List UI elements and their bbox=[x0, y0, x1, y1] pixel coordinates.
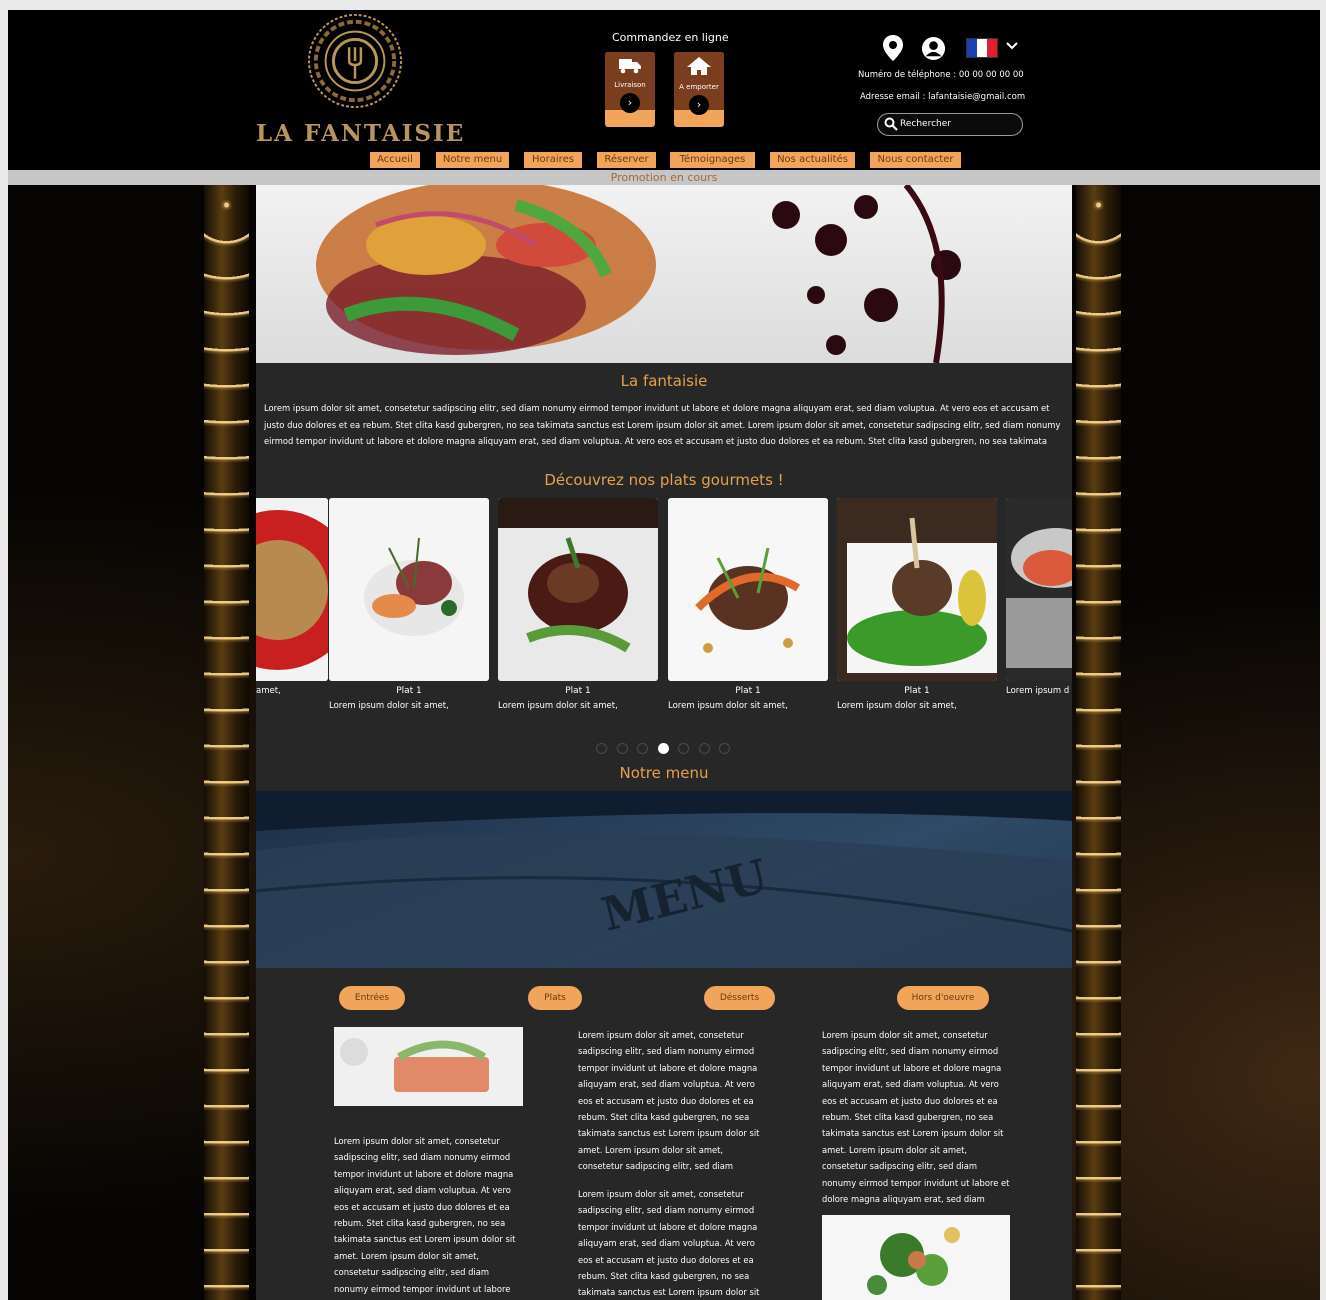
language-flag-icon[interactable] bbox=[966, 38, 998, 58]
dish-photo bbox=[329, 498, 489, 681]
entree-description: Lorem ipsum dolor sit amet, consetetur s… bbox=[334, 1136, 516, 1294]
order-online-title: Commandez en ligne bbox=[612, 31, 729, 44]
hero-image bbox=[256, 185, 1072, 363]
carousel-dot[interactable] bbox=[678, 743, 689, 754]
chevron-down-icon[interactable] bbox=[1005, 38, 1019, 54]
dish-card[interactable]: Lorem ipsum d bbox=[1006, 498, 1072, 696]
takeaway-label: A emporter bbox=[679, 83, 719, 91]
dish-photo bbox=[256, 498, 328, 681]
dish-card[interactable]: Plat 1 Lorem ipsum dolor sit amet, bbox=[329, 498, 489, 711]
location-pin-icon[interactable] bbox=[882, 34, 904, 62]
truck-icon bbox=[619, 59, 641, 74]
user-account-icon[interactable] bbox=[921, 36, 946, 61]
main-content: La fantaisie Lorem ipsum dolor sit amet,… bbox=[256, 185, 1072, 1300]
promo-text[interactable]: Promotion en cours bbox=[8, 170, 1320, 185]
dish-description: Lorem ipsum dolor sit amet, bbox=[668, 701, 788, 711]
main-nav: Accueil Notre menu Horaires Réserver Tém… bbox=[8, 152, 1320, 168]
intro-text: Lorem ipsum dolor sit amet, consetetur s… bbox=[264, 403, 1061, 446]
dish-description: Lorem ipsum dolor sit amet, bbox=[498, 701, 618, 711]
dish-photo bbox=[498, 498, 658, 681]
menu-cover-image: MENU bbox=[256, 791, 1072, 968]
dish-photo bbox=[668, 498, 828, 681]
promo-bar: Promotion en cours bbox=[8, 170, 1320, 185]
dish-description: Lorem ipsum dolor sit amet, bbox=[329, 701, 449, 711]
nav-reserver[interactable]: Réserver bbox=[597, 152, 656, 168]
dish-card[interactable]: Plat 1 Lorem ipsum dolor sit amet, bbox=[668, 498, 828, 711]
email-address: Adresse email : lafantaisie@gmail.com bbox=[860, 92, 1026, 102]
category-entrees-button[interactable]: Entrées bbox=[339, 986, 405, 1010]
dish-card[interactable]: Plat 1 Lorem ipsum dolor sit amet, bbox=[837, 498, 997, 711]
plats-description-1: Lorem ipsum dolor sit amet, consetetur s… bbox=[578, 1030, 760, 1172]
delivery-label: Livraison bbox=[614, 81, 646, 89]
carousel-dot[interactable] bbox=[617, 743, 628, 754]
dish-name: Plat 1 bbox=[735, 686, 761, 696]
nav-contact[interactable]: Nous contacter bbox=[870, 152, 961, 168]
nav-accueil[interactable]: Accueil bbox=[370, 152, 420, 168]
chevron-right-icon: › bbox=[620, 93, 640, 113]
search-input[interactable]: Rechercher bbox=[877, 113, 1023, 136]
carousel-dot[interactable] bbox=[596, 743, 607, 754]
glitter-border-right bbox=[1076, 185, 1121, 1300]
logo-emblem[interactable] bbox=[306, 12, 404, 110]
carousel-dot[interactable] bbox=[719, 743, 730, 754]
chevron-right-icon: › bbox=[689, 95, 709, 115]
dish-description: Lorem ipsum d bbox=[1006, 686, 1070, 696]
dish-name: Plat 1 bbox=[565, 686, 591, 696]
dessert-photo bbox=[822, 1215, 1010, 1300]
dish-name: Plat 1 bbox=[904, 686, 930, 696]
page-frame: LA FANTAISIE Commandez en ligne Livraiso… bbox=[8, 10, 1320, 1300]
nav-temoignages[interactable]: Témoignages bbox=[670, 152, 755, 168]
house-icon bbox=[687, 57, 711, 75]
nav-actualites[interactable]: Nos actualités bbox=[770, 152, 855, 168]
dish-carousel[interactable]: amet, Plat 1 Lorem ipsum dolor sit amet,… bbox=[256, 498, 1072, 728]
category-plats-button[interactable]: Plats bbox=[528, 986, 582, 1010]
carousel-dot[interactable] bbox=[699, 743, 710, 754]
dish-name: Plat 1 bbox=[396, 686, 422, 696]
menu-section-title: Notre menu bbox=[619, 764, 709, 782]
dish-card[interactable]: amet, bbox=[256, 498, 328, 696]
gourmet-title: Découvrez nos plats gourmets ! bbox=[544, 471, 784, 489]
dish-card[interactable]: Plat 1 Lorem ipsum dolor sit amet, bbox=[498, 498, 658, 711]
desserts-description: Lorem ipsum dolor sit amet, consetetur s… bbox=[822, 1030, 1010, 1205]
takeaway-button[interactable]: A emporter › bbox=[674, 52, 724, 127]
nav-horaires[interactable]: Horaires bbox=[524, 152, 582, 168]
category-hors-doeuvre-button[interactable]: Hors d'oeuvre bbox=[897, 986, 989, 1010]
intro-title: La fantaisie bbox=[620, 372, 708, 390]
category-desserts-button[interactable]: Désserts bbox=[704, 986, 775, 1010]
entree-photo bbox=[334, 1027, 523, 1106]
dish-description: Lorem ipsum dolor sit amet, bbox=[837, 701, 957, 711]
dish-photo bbox=[1006, 498, 1072, 681]
glitter-border-left bbox=[204, 185, 249, 1300]
carousel-dots bbox=[596, 743, 732, 755]
site-header: LA FANTAISIE Commandez en ligne Livraiso… bbox=[8, 10, 1320, 172]
nav-notre-menu[interactable]: Notre menu bbox=[436, 152, 509, 168]
dish-photo bbox=[837, 498, 997, 681]
search-icon bbox=[884, 117, 898, 131]
delivery-button[interactable]: Livraison › bbox=[605, 52, 655, 127]
carousel-dot[interactable] bbox=[637, 743, 648, 754]
dish-description: amet, bbox=[256, 686, 281, 696]
brand-name: LA FANTAISIE bbox=[256, 120, 466, 147]
carousel-dot-active[interactable] bbox=[658, 743, 669, 754]
plats-description-2: Lorem ipsum dolor sit amet, consetetur s… bbox=[578, 1189, 760, 1298]
phone-number: Numéro de téléphone : 00 00 00 00 00 bbox=[858, 70, 1024, 80]
